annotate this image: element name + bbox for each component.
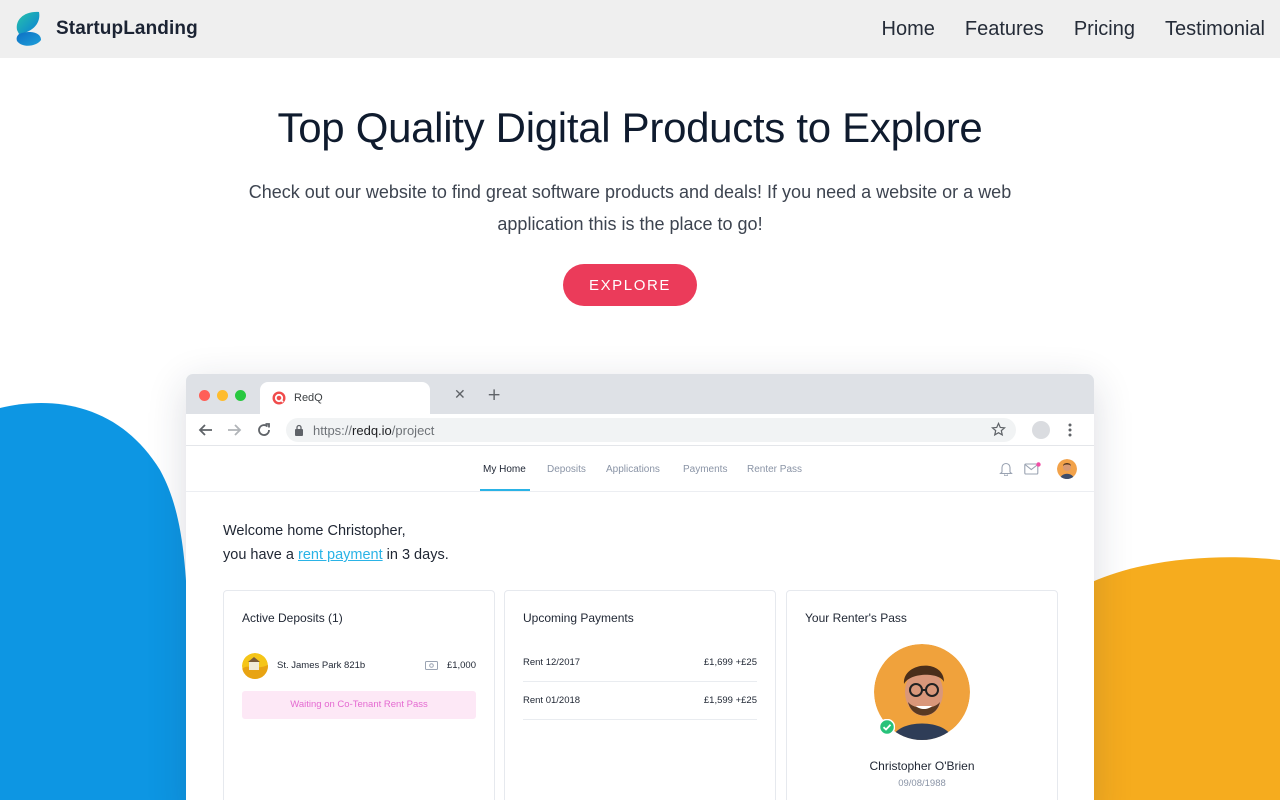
bookmark-star-icon[interactable]	[991, 422, 1006, 437]
main-nav: Home Features Pricing Testimonial	[882, 18, 1265, 41]
renter-dob: 09/08/1988	[898, 778, 946, 789]
app-tab-payments[interactable]: Payments	[683, 464, 727, 475]
url-text: https://redq.io/project	[313, 423, 435, 438]
app-tab-my-home[interactable]: My Home	[483, 464, 526, 475]
new-tab-icon[interactable]: +	[487, 385, 501, 405]
browser-tabstrip: RedQ ✕ +	[186, 374, 1094, 414]
renters-pass-card: Your Renter's Pass Christopher O'Brien 0…	[786, 590, 1058, 800]
app-tab-deposits[interactable]: Deposits	[547, 464, 586, 475]
mail-icon[interactable]	[1024, 462, 1041, 475]
hero-subtitle: Check out our website to find great soft…	[248, 182, 1012, 234]
bell-icon[interactable]	[999, 461, 1013, 476]
forward-arrow-icon[interactable]	[226, 422, 242, 438]
payment-amount: £1,699 +£25	[703, 657, 757, 668]
active-tab-indicator	[480, 489, 530, 491]
deposit-status-pill[interactable]: Waiting on Co-Tenant Rent Pass	[242, 691, 476, 719]
card-title: Active Deposits (1)	[242, 611, 343, 625]
orange-blob	[1092, 557, 1280, 800]
payment-row[interactable]: Rent 01/2018 £1,599 +£25	[523, 682, 757, 720]
deposit-amount: £1,000	[446, 660, 476, 671]
explore-button[interactable]: EXPLORE	[563, 264, 697, 306]
brand-name: StartupLanding	[56, 18, 198, 39]
browser-tab[interactable]: RedQ	[260, 382, 430, 414]
hero-title: Top Quality Digital Products to Explore	[277, 104, 983, 151]
tab-close-icon[interactable]: ✕	[454, 387, 466, 403]
payment-label: Rent 01/2018	[523, 695, 581, 706]
renter-name: Christopher O'Brien	[869, 759, 975, 773]
profile-icon[interactable]	[1032, 421, 1050, 439]
payment-amount: £1,599 +£25	[703, 695, 757, 706]
rent-payment-link[interactable]: rent payment	[298, 547, 383, 563]
nav-home[interactable]: Home	[882, 18, 935, 41]
payment-row[interactable]: Rent 12/2017 £1,699 +£25	[523, 644, 757, 682]
app-tab-renter-pass[interactable]: Renter Pass	[747, 464, 802, 475]
blue-blob	[0, 403, 189, 800]
nav-pricing[interactable]: Pricing	[1074, 18, 1135, 41]
nav-testimonial[interactable]: Testimonial	[1165, 18, 1265, 41]
lock-icon	[295, 424, 303, 436]
deposit-property-name: St. James Park 821b	[277, 660, 366, 671]
verified-check-icon	[879, 719, 895, 735]
browser-mockup: RedQ ✕ + https://redq.io/project My Home…	[186, 374, 1094, 800]
property-thumbnail	[242, 653, 268, 679]
redq-favicon-icon	[272, 391, 286, 405]
back-arrow-icon[interactable]	[198, 422, 214, 438]
payment-label: Rent 12/2017	[523, 657, 581, 668]
card-title: Your Renter's Pass	[805, 611, 907, 625]
card-title: Upcoming Payments	[523, 611, 634, 625]
address-bar[interactable]: https://redq.io/project	[286, 418, 1016, 442]
deposit-item[interactable]: St. James Park 821b £1,000	[242, 653, 476, 679]
window-minimize-dot[interactable]	[217, 390, 228, 401]
welcome-line-1: Welcome home Christopher,	[223, 523, 406, 539]
browser-menu-icon[interactable]	[1067, 422, 1073, 438]
leaf-logo-icon	[16, 11, 41, 46]
window-close-dot[interactable]	[199, 390, 210, 401]
user-avatar[interactable]	[1057, 459, 1077, 479]
window-maximize-dot[interactable]	[235, 390, 246, 401]
nav-features[interactable]: Features	[965, 18, 1044, 41]
cash-icon	[425, 661, 438, 670]
top-navbar: StartupLanding Home Features Pricing Tes…	[0, 0, 1280, 58]
app-nav: My Home Deposits Applications Payments R…	[186, 447, 1094, 492]
reload-icon[interactable]	[256, 422, 272, 438]
browser-toolbar: https://redq.io/project	[186, 414, 1094, 446]
welcome-line-2: you have a rent payment in 3 days.	[223, 547, 449, 563]
app-tab-applications[interactable]: Applications	[606, 464, 660, 475]
welcome-message: Welcome home Christopher, you have a ren…	[223, 519, 449, 567]
upcoming-payments-card: Upcoming Payments Rent 12/2017 £1,699 +£…	[504, 590, 776, 800]
active-deposits-card: Active Deposits (1) St. James Park 821b …	[223, 590, 495, 800]
brand[interactable]: StartupLanding	[14, 10, 198, 48]
browser-tab-title: RedQ	[294, 392, 323, 404]
